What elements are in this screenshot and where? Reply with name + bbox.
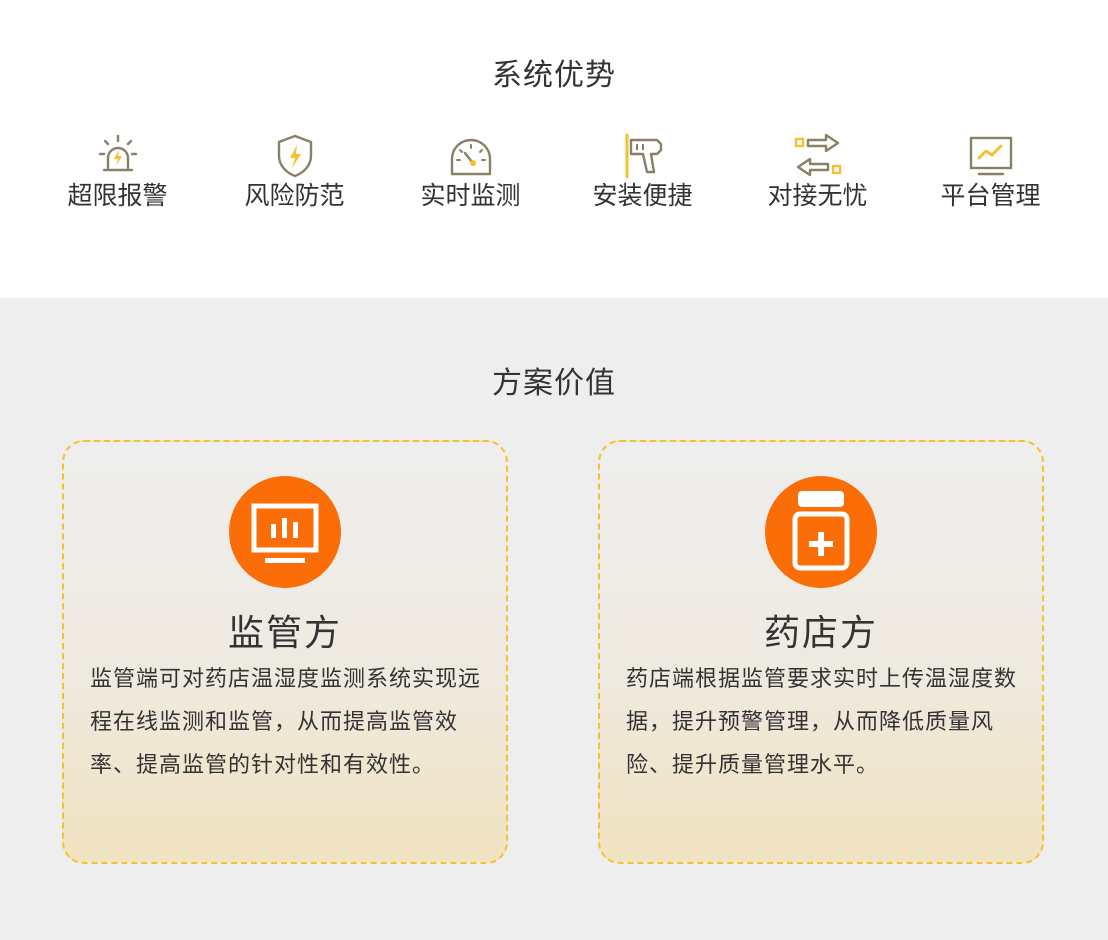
gauge-icon: [450, 138, 491, 176]
card-title: 药店方: [763, 613, 878, 654]
advantages-list: 超限报警 风险防范 实时监测 安装便捷 对接无忧 平台管理: [30, 132, 1078, 222]
advantage-item-monitor: 平台管理: [903, 132, 1078, 222]
advantage-item-drill: 安装便捷: [555, 132, 730, 222]
alarm-light-icon: [98, 134, 137, 172]
exchange-arrows-icon: [794, 133, 841, 177]
advantage-item-alarm: 超限报警: [30, 132, 205, 222]
badge-circle: [229, 476, 341, 588]
card-title: 监管方: [227, 613, 342, 654]
advantage-label: 对接无忧: [767, 181, 868, 210]
value-card-pharmacy: 药店方 药店端根据监管要求实时上传温湿度数据，提升预警管理，从而降低质量风险、提…: [598, 440, 1044, 864]
card-description: 药店端根据监管要求实时上传温湿度数据，提升预警管理，从而降低质量风险、提升质量管…: [626, 667, 1018, 778]
value-section: 方案价值 监管方 监管端可对药店温湿度监测系统实现远程在线监测和监管，从而提高监…: [0, 298, 1108, 940]
advantage-label: 安装便捷: [592, 181, 693, 210]
advantage-item-gauge: 实时监测: [383, 132, 558, 222]
advantage-label: 平台管理: [940, 181, 1041, 210]
advantages-section: 系统优势 超限报警 风险防范 实时监测 安装便捷 对接无忧 平台管理: [0, 0, 1108, 298]
advantage-label: 实时监测: [420, 181, 521, 210]
drill-icon: [625, 133, 662, 179]
medicine-bottle-icon: [792, 491, 850, 571]
advantages-title: 系统优势: [492, 58, 616, 93]
advantage-label: 超限报警: [67, 181, 168, 210]
shield-lightning-icon: [277, 134, 312, 178]
advantage-label: 风险防范: [244, 181, 345, 210]
monitor-bar-chart-icon: [251, 503, 319, 563]
card-description: 监管端可对药店温湿度监测系统实现远程在线监测和监管，从而提高监管效率、提高监管的…: [90, 667, 482, 778]
value-title: 方案价值: [492, 366, 616, 401]
advantage-item-exchange: 对接无忧: [730, 132, 905, 222]
badge-circle: [765, 476, 877, 588]
advantage-item-shield: 风险防范: [207, 132, 382, 222]
monitor-chart-icon: [969, 136, 1012, 176]
value-card-regulator: 监管方 监管端可对药店温湿度监测系统实现远程在线监测和监管，从而提高监管效率、提…: [62, 440, 508, 864]
